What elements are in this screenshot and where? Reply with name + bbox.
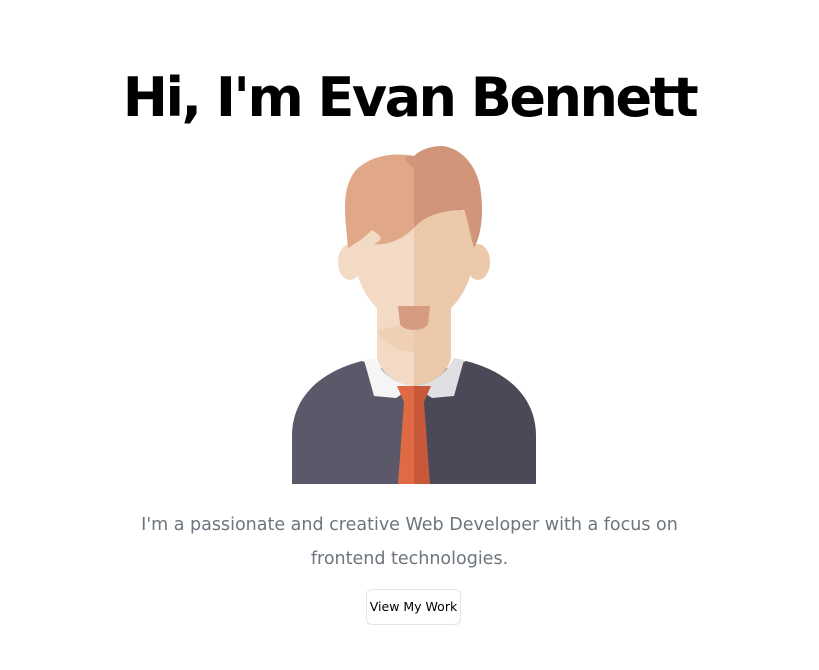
hero-description: I'm a passionate and creative Web Develo… — [141, 515, 678, 569]
hero-section: Hi, I'm Evan Bennett I'm a passionate an… — [0, 0, 819, 670]
developer-avatar-icon — [292, 146, 536, 484]
page-title: Hi, I'm Evan Bennett — [122, 66, 699, 129]
view-my-work-button[interactable]: View My Work — [366, 589, 461, 625]
